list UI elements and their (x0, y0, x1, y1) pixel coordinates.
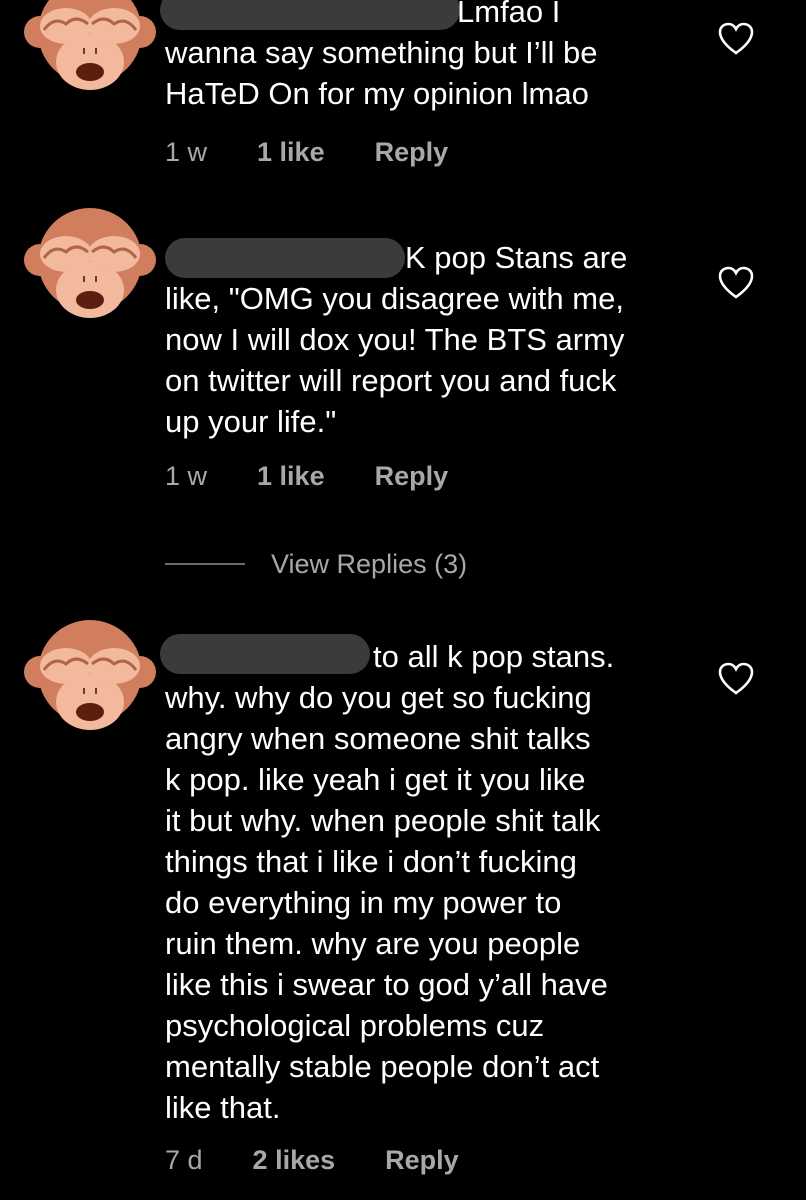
heart-outline-icon[interactable] (718, 22, 754, 56)
comment-line: up your life." (165, 404, 337, 439)
comment-line: mentally stable people don’t act (165, 1049, 600, 1084)
comment-line: things that i like i don’t fucking (165, 844, 577, 879)
reply-button[interactable]: Reply (385, 1144, 459, 1176)
heart-outline-icon[interactable] (718, 266, 754, 300)
see-no-evil-monkey-icon[interactable] (20, 198, 160, 338)
comment-line: angry when someone shit talks (165, 721, 591, 756)
comment-line: like that. (165, 1090, 281, 1125)
comment-text: K pop Stans are like, "OMG you disagree … (165, 237, 705, 442)
timestamp: 1 w (165, 461, 208, 491)
timestamp: 1 w (165, 137, 208, 167)
comment-line: wanna say something but I’ll be (165, 35, 598, 70)
comment-line: k pop. like yeah i get it you like (165, 762, 586, 797)
reply-button[interactable]: Reply (375, 136, 449, 168)
comment-line: do everything in my power to (165, 885, 562, 920)
see-no-evil-monkey-icon[interactable] (20, 610, 160, 750)
likes-count[interactable]: 2 likes (253, 1144, 336, 1176)
view-replies-label: View Replies (3) (271, 548, 468, 579)
timestamp: 7 d (165, 1145, 203, 1175)
divider (165, 563, 245, 565)
view-replies-button[interactable]: View Replies (3) (165, 545, 467, 583)
comment-line: on twitter will report you and fuck (165, 363, 617, 398)
heart-outline-icon[interactable] (718, 662, 754, 696)
likes-count[interactable]: 1 like (257, 460, 325, 492)
comment-line: to all k pop stans. (373, 639, 615, 674)
comment-meta: 1 w 1 like Reply (165, 460, 448, 492)
comment-line: it but why. when people shit talk (165, 803, 601, 838)
comment-line: why. why do you get so fucking (165, 680, 592, 715)
comment-meta: 7 d 2 likes Reply (165, 1144, 459, 1176)
comment-line: like this i swear to god y’all have (165, 967, 608, 1002)
comment-text: to all k pop stans. why. why do you get … (165, 636, 705, 1128)
comment-text: Lmfao I wanna say something but I’ll be … (165, 0, 705, 114)
see-no-evil-monkey-icon[interactable] (20, 0, 160, 110)
comment-line: now I will dox you! The BTS army (165, 322, 625, 357)
comment-line: Lmfao I (457, 0, 561, 29)
comment-meta: 1 w 1 like Reply (165, 136, 448, 168)
comment-line: like, "OMG you disagree with me, (165, 281, 624, 316)
comment-line: ruin them. why are you people (165, 926, 581, 961)
likes-count[interactable]: 1 like (257, 136, 325, 168)
comment-line: psychological problems cuz (165, 1008, 545, 1043)
reply-button[interactable]: Reply (375, 460, 449, 492)
comment-line: HaTeD On for my opinion lmao (165, 76, 589, 111)
comment-line: K pop Stans are (405, 240, 628, 275)
